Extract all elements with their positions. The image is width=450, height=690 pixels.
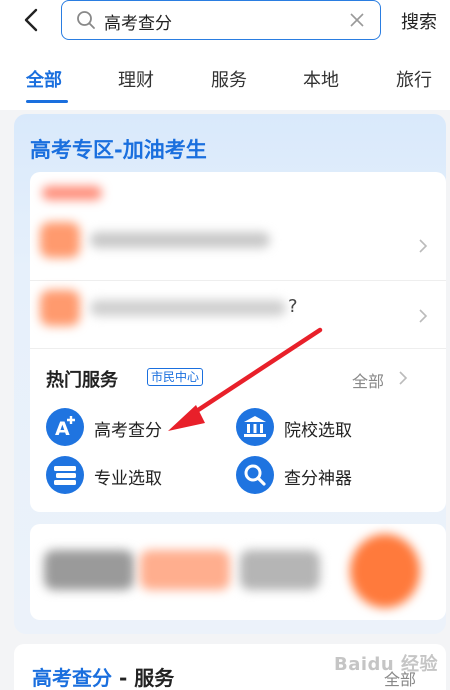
section-title-rest: - 服务 <box>112 666 175 690</box>
search-icon <box>77 11 95 29</box>
blurred-thumb <box>40 222 80 258</box>
chevron-right-icon[interactable] <box>418 308 428 324</box>
service-score-tool[interactable]: 查分神器 <box>236 456 396 496</box>
search-value: 高考查分 <box>104 14 172 34</box>
tab-all[interactable]: 全部 <box>26 66 62 92</box>
back-arrow-icon[interactable] <box>18 6 46 34</box>
blurred-text <box>90 232 270 248</box>
partial-text: ? <box>288 296 298 317</box>
clear-icon[interactable] <box>348 11 366 29</box>
watermark: Baidu 经验 <box>334 654 439 675</box>
tab-local[interactable]: 本地 <box>303 66 339 92</box>
section-title-highlight: 高考查分 <box>32 666 112 690</box>
service-label: 高考查分 <box>94 421 162 441</box>
chevron-right-icon[interactable] <box>418 238 428 254</box>
books-icon <box>46 456 84 494</box>
hot-services-title: 热门服务 <box>46 370 118 391</box>
search-button[interactable]: 搜索 <box>401 8 437 34</box>
service-label: 专业选取 <box>94 469 162 489</box>
top-bar: 高考查分 搜索 <box>0 0 450 44</box>
service-college-selection[interactable]: 院校选取 <box>236 408 396 448</box>
tab-services[interactable]: 服务 <box>211 66 247 92</box>
search-input[interactable]: 高考查分 <box>61 0 381 40</box>
zone-inner-card: ? 热门服务 市民中心 全部 A 高考查分 院校选取 专业选取 查分神器 <box>30 172 446 512</box>
hot-services-all-link[interactable]: 全部 <box>352 368 384 392</box>
blurred-text <box>240 550 320 590</box>
blurred-tag <box>42 186 102 200</box>
university-icon <box>236 408 274 446</box>
row-divider <box>30 280 446 281</box>
service-label: 院校选取 <box>284 421 352 441</box>
tab-travel[interactable]: 旅行 <box>396 66 432 92</box>
section-title: 高考查分 - 服务 <box>32 662 174 690</box>
a-plus-icon: A <box>46 408 84 446</box>
service-gaokao-score[interactable]: A 高考查分 <box>46 408 206 448</box>
service-label: 查分神器 <box>284 469 352 489</box>
hot-services-badge: 市民中心 <box>147 368 204 386</box>
category-tabs: 全部 理财 服务 本地 旅行 <box>0 44 450 110</box>
svg-text:A: A <box>55 418 70 440</box>
magnifier-icon <box>236 456 274 494</box>
blurred-text <box>44 550 134 590</box>
blurred-image <box>350 534 420 608</box>
service-major-selection[interactable]: 专业选取 <box>46 456 206 496</box>
tab-indicator <box>26 100 68 103</box>
tab-finance[interactable]: 理财 <box>118 66 154 92</box>
gaokao-zone-card: 高考专区-加油考生 ? 热门服务 市民中心 全部 A 高考查分 院校选取 专业选… <box>14 114 446 634</box>
blurred-text <box>140 550 230 590</box>
promo-banner[interactable] <box>30 524 446 620</box>
blurred-text <box>90 300 286 316</box>
zone-title: 高考专区-加油考生 <box>30 138 207 162</box>
blurred-thumb <box>40 290 80 326</box>
chevron-right-icon[interactable] <box>398 370 408 386</box>
row-divider <box>30 348 446 349</box>
